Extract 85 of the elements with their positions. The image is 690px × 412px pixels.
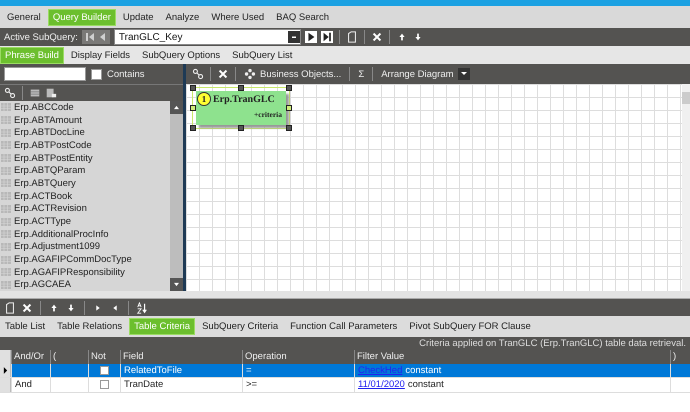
- delete-icon[interactable]: [370, 31, 383, 43]
- first-icon[interactable]: [84, 31, 96, 43]
- tab[interactable]: BAQ Search: [271, 8, 334, 26]
- table-list-item[interactable]: Erp.ABTPostCode: [0, 139, 170, 152]
- delete-icon[interactable]: [21, 302, 33, 314]
- not-checkbox[interactable]: [100, 366, 109, 375]
- tab[interactable]: Table Relations: [52, 318, 128, 335]
- table-icon[interactable]: [29, 87, 41, 99]
- caret-icon: [458, 68, 470, 80]
- criteria-row[interactable]: RelatedToFile = CheckHed constant: [0, 364, 690, 378]
- tab[interactable]: Analyze: [160, 8, 204, 26]
- table-list-item[interactable]: Erp.ACTType: [0, 215, 170, 228]
- table-cell: TranDate: [124, 379, 164, 390]
- scroll-up-icon[interactable]: [173, 105, 180, 110]
- table-cell: =: [246, 364, 252, 376]
- scroll-down-button[interactable]: [170, 278, 183, 291]
- table-list-item[interactable]: Erp.ACTRevision: [0, 202, 170, 216]
- row-header: [0, 350, 11, 364]
- business-objects-button[interactable]: Business Objects...: [242, 68, 344, 80]
- tab[interactable]: SubQuery Criteria: [197, 318, 284, 335]
- sort-icon[interactable]: [136, 302, 148, 314]
- table-list-item[interactable]: Erp.ABTQParam: [0, 164, 170, 178]
- caret-icon: [288, 31, 300, 43]
- table-list-item[interactable]: Erp.ABTPostEntity: [0, 152, 170, 164]
- subquery-dropdown[interactable]: TranGLC_Key: [114, 29, 301, 45]
- tab[interactable]: Display Fields: [66, 46, 136, 64]
- table-cell: constant: [408, 379, 444, 390]
- contains-label: Contains: [107, 68, 144, 80]
- tab[interactable]: General: [2, 8, 46, 26]
- active-subquery-label: Active SubQuery:: [4, 32, 78, 42]
- link-icon[interactable]: [4, 87, 16, 99]
- table-cell: >=: [246, 379, 258, 390]
- scroll-down-icon[interactable]: [173, 282, 180, 287]
- table-list-item[interactable]: Erp.Adjustment1099: [0, 240, 170, 254]
- tab[interactable]: Where Used: [206, 8, 270, 26]
- not-checkbox[interactable]: [100, 380, 109, 390]
- node-number-badge: 1: [197, 92, 211, 106]
- criteria-row[interactable]: And TranDate >= 11/01/2020 constant: [0, 378, 690, 392]
- tab[interactable]: Update: [118, 8, 159, 26]
- tab[interactable]: SubQuery List: [227, 46, 298, 64]
- resize-handle[interactable]: [238, 125, 244, 131]
- table-list-item[interactable]: Erp.ABTDocLine: [0, 126, 170, 140]
- scroll-up-button[interactable]: [170, 101, 183, 114]
- resize-handle[interactable]: [286, 105, 292, 111]
- resize-handle[interactable]: [190, 105, 196, 111]
- table-list-item[interactable]: Erp.ABCCode: [0, 101, 170, 114]
- new-document-icon[interactable]: [346, 31, 358, 43]
- tab[interactable]: Table List: [0, 318, 50, 335]
- last-icon[interactable]: [320, 31, 333, 43]
- tab[interactable]: Function Call Parameters: [285, 318, 402, 335]
- new-document-icon[interactable]: [4, 302, 16, 314]
- resize-handle[interactable]: [238, 85, 244, 91]
- arrange-diagram-button[interactable]: Arrange Diagram: [379, 68, 472, 80]
- resize-handle[interactable]: [190, 125, 196, 131]
- delete-icon[interactable]: [217, 68, 229, 80]
- criteria-caption: Criteria applied on TranGLC (Erp.TranGLC) table data retrieval.: [0, 337, 690, 350]
- scrollbar[interactable]: [0, 291, 690, 299]
- contains-checkbox[interactable]: [91, 68, 102, 80]
- table-cell: constant: [405, 364, 442, 376]
- scrollbar[interactable]: [682, 84, 690, 291]
- link-icon[interactable]: [192, 68, 204, 80]
- tab[interactable]: SubQuery Options: [137, 46, 226, 64]
- table-search-field[interactable]: [4, 67, 86, 81]
- filter-value-link[interactable]: 11/01/2020: [358, 379, 405, 390]
- resize-handle[interactable]: [286, 85, 292, 91]
- node-title: Erp.TranGLC: [213, 94, 275, 105]
- table-cell: RelatedToFile: [124, 364, 182, 376]
- scroll-thumb[interactable]: [682, 92, 690, 104]
- next-icon[interactable]: [304, 31, 317, 43]
- table-list-item[interactable]: Erp.ACTBook: [0, 190, 170, 202]
- table-list-item[interactable]: Erp.ABTQuery: [0, 177, 170, 190]
- table-list-item[interactable]: Erp.AGAFIPResponsibility: [0, 266, 170, 279]
- scrollbar[interactable]: [170, 101, 183, 291]
- sum-button[interactable]: Σ: [356, 68, 366, 80]
- nodes-icon: [244, 68, 256, 80]
- table-list-item[interactable]: Erp.AdditionalProcInfo: [0, 228, 170, 241]
- table-settings-icon[interactable]: [45, 87, 57, 99]
- table-list-item[interactable]: Erp.AGCAEA: [0, 278, 170, 291]
- row-pointer-icon: [2, 366, 8, 374]
- table-list-item[interactable]: Erp.ABTAmount: [0, 114, 170, 126]
- table-list-item[interactable]: Erp.AGAFIPCommDocType: [0, 253, 170, 266]
- table-cell: And: [15, 379, 32, 390]
- resize-handle[interactable]: [286, 125, 292, 131]
- resize-handle[interactable]: [190, 85, 196, 91]
- tab[interactable]: Pivot SubQuery FOR Clause: [404, 318, 536, 335]
